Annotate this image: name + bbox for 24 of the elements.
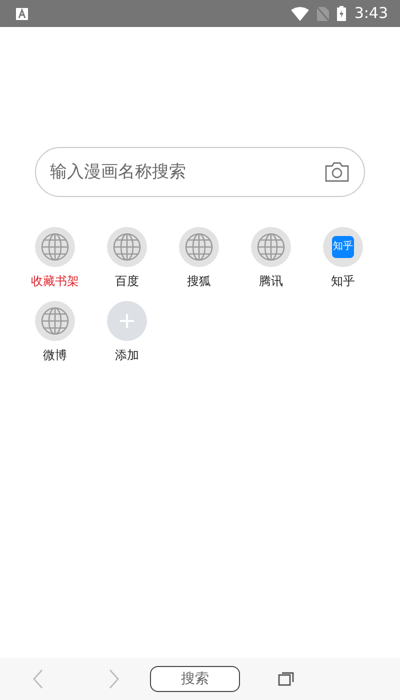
search-button[interactable]: 搜索: [150, 666, 240, 692]
battery-charging-icon: [337, 6, 346, 21]
globe-icon[interactable]: [35, 301, 75, 341]
shortcut-label[interactable]: 腾讯: [259, 272, 283, 290]
notification-icon: [16, 8, 28, 20]
shortcut-label[interactable]: 收藏书架: [31, 272, 79, 290]
shortcut-label[interactable]: 添加: [115, 346, 139, 364]
search-field[interactable]: 输入漫画名称搜索: [35, 147, 365, 197]
camera-icon[interactable]: [325, 162, 349, 182]
no-sim-icon: [317, 6, 330, 20]
globe-icon[interactable]: [107, 227, 147, 267]
forward-icon[interactable]: [108, 669, 120, 689]
globe-icon[interactable]: [251, 227, 291, 267]
site-logo-icon[interactable]: 知乎: [323, 227, 363, 267]
tabs-icon[interactable]: [278, 672, 294, 686]
back-icon[interactable]: [32, 669, 44, 689]
shortcut-label[interactable]: 百度: [115, 272, 139, 290]
shortcut-label[interactable]: 知乎: [331, 272, 355, 290]
clock-time: 3:43: [354, 3, 388, 24]
globe-icon[interactable]: [179, 227, 219, 267]
shortcut-label[interactable]: 微博: [43, 346, 67, 364]
globe-icon[interactable]: [35, 227, 75, 267]
wifi-icon: [291, 6, 310, 20]
shortcut-label[interactable]: 搜狐: [187, 272, 211, 290]
